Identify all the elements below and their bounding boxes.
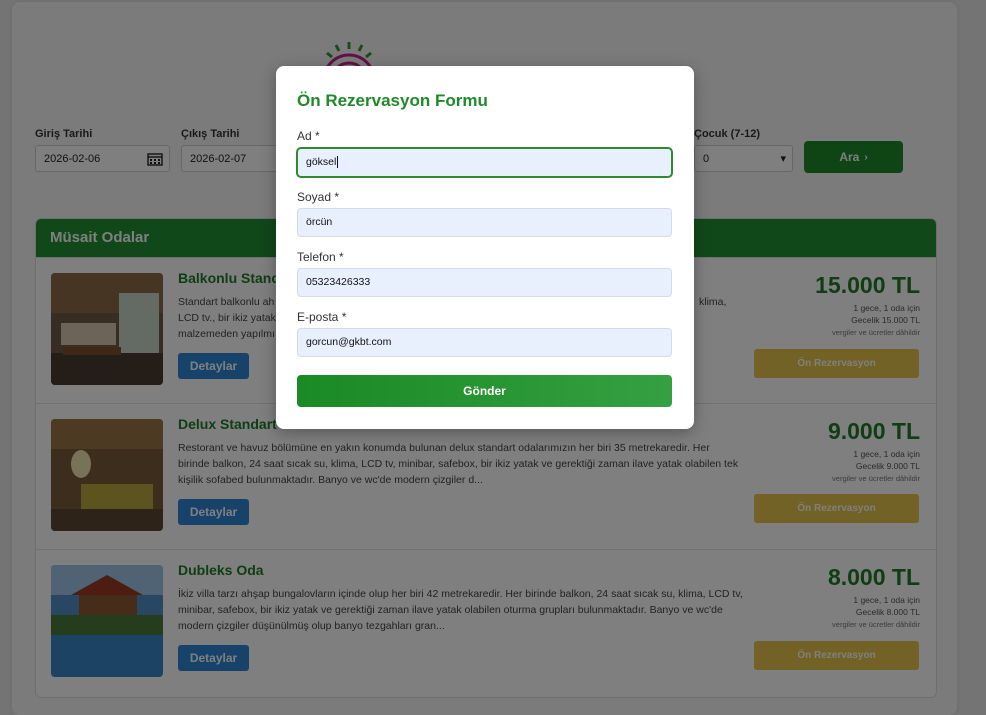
phone-label: Telefon * bbox=[297, 250, 344, 264]
email-input[interactable]: gorcun@gkbt.com bbox=[297, 328, 672, 357]
last-name-input[interactable]: örcün bbox=[297, 208, 672, 237]
text-cursor bbox=[337, 156, 339, 169]
email-label: E-posta * bbox=[297, 310, 347, 324]
first-name-label: Ad * bbox=[297, 129, 320, 143]
email-value: gorcun@gkbt.com bbox=[306, 336, 392, 348]
first-name-input[interactable]: göksel bbox=[297, 148, 672, 177]
modal-title: Ön Rezervasyon Formu bbox=[297, 91, 488, 110]
submit-button[interactable]: Gönder bbox=[297, 375, 672, 407]
phone-input[interactable]: 05323426333 bbox=[297, 268, 672, 297]
phone-value: 05323426333 bbox=[306, 276, 371, 288]
pre-reservation-modal: Ön Rezervasyon Formu Ad * göksel Soyad *… bbox=[276, 66, 694, 429]
last-name-label: Soyad * bbox=[297, 190, 340, 204]
first-name-value: göksel bbox=[306, 156, 337, 168]
last-name-value: örcün bbox=[306, 216, 333, 228]
